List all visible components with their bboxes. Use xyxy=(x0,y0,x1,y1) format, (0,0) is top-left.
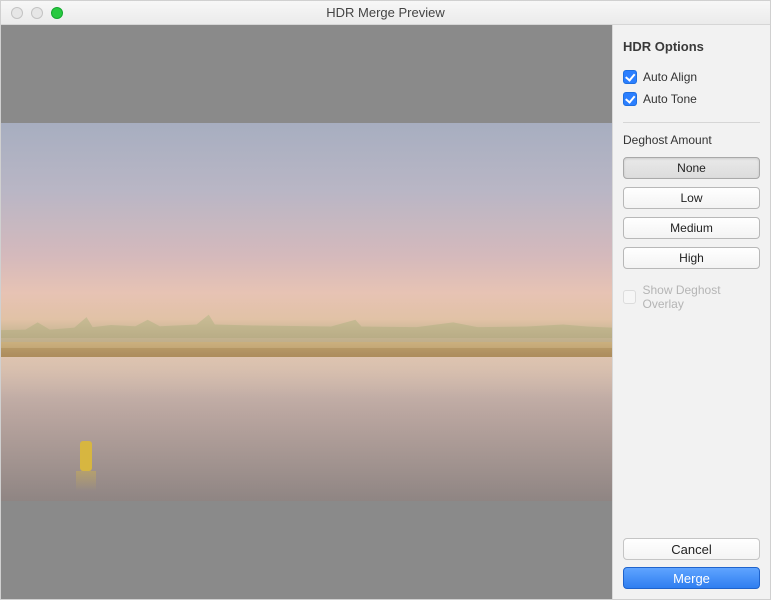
show-deghost-overlay-row: Show Deghost Overlay xyxy=(623,283,760,311)
deghost-amount-label: Deghost Amount xyxy=(623,133,760,147)
auto-tone-checkbox[interactable] xyxy=(623,92,637,106)
deghost-medium-button[interactable]: Medium xyxy=(623,217,760,239)
auto-align-label: Auto Align xyxy=(643,70,697,84)
merge-button[interactable]: Merge xyxy=(623,567,760,589)
window-body: HDR Options Auto Align Auto Tone Deghost… xyxy=(1,25,770,599)
auto-align-checkbox[interactable] xyxy=(623,70,637,84)
cancel-button[interactable]: Cancel xyxy=(623,538,760,560)
deghost-low-button[interactable]: Low xyxy=(623,187,760,209)
deghost-none-button[interactable]: None xyxy=(623,157,760,179)
preview-image xyxy=(1,123,612,502)
titlebar: HDR Merge Preview xyxy=(1,1,770,25)
preview-area xyxy=(1,25,612,599)
auto-align-row[interactable]: Auto Align xyxy=(623,70,760,84)
options-sidebar: HDR Options Auto Align Auto Tone Deghost… xyxy=(612,25,770,599)
window-controls xyxy=(1,7,63,19)
zoom-icon[interactable] xyxy=(51,7,63,19)
close-icon[interactable] xyxy=(11,7,23,19)
hdr-merge-window: HDR Merge Preview HDR Options Auto Align… xyxy=(0,0,771,600)
deghost-amount-group: None Low Medium High xyxy=(623,157,760,269)
auto-tone-row[interactable]: Auto Tone xyxy=(623,92,760,106)
deghost-high-button[interactable]: High xyxy=(623,247,760,269)
footer-buttons: Cancel Merge xyxy=(623,538,760,589)
minimize-icon[interactable] xyxy=(31,7,43,19)
divider xyxy=(623,122,760,123)
options-title: HDR Options xyxy=(623,39,760,54)
auto-tone-label: Auto Tone xyxy=(643,92,697,106)
window-title: HDR Merge Preview xyxy=(1,5,770,20)
show-deghost-overlay-label: Show Deghost Overlay xyxy=(642,283,760,311)
show-deghost-overlay-checkbox xyxy=(623,290,636,304)
